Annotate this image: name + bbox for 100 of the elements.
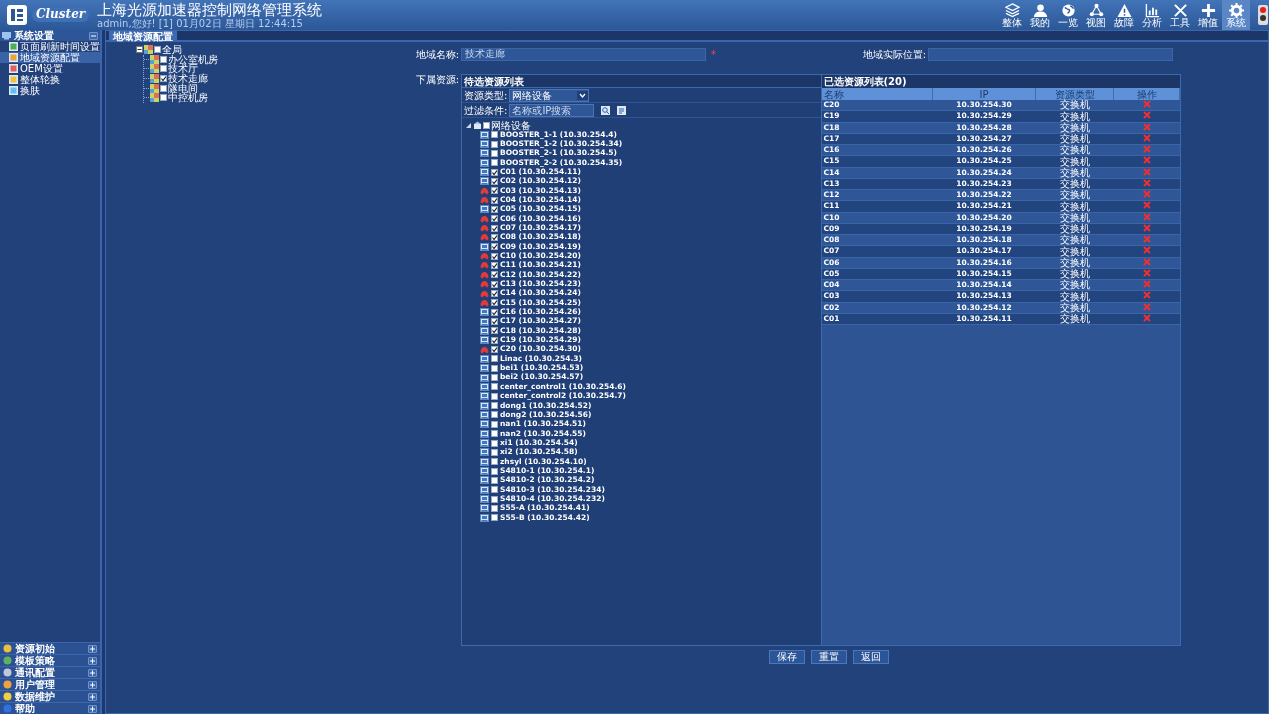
- checkbox[interactable]: [160, 84, 167, 92]
- checkbox[interactable]: [491, 346, 498, 354]
- toolbar-button[interactable]: 我的: [1026, 0, 1054, 30]
- checkbox[interactable]: [491, 448, 498, 456]
- checkbox[interactable]: [491, 411, 498, 419]
- input-field[interactable]: 技术走廊: [461, 47, 706, 61]
- toolbar-button[interactable]: 视图: [1082, 0, 1110, 30]
- sidebar-item[interactable]: OEM设置: [0, 63, 100, 74]
- expand-button[interactable]: [88, 668, 97, 677]
- checkbox[interactable]: [491, 504, 498, 512]
- toolbar-button[interactable]: 故障: [1110, 0, 1138, 30]
- checkbox[interactable]: [491, 476, 498, 484]
- checkbox[interactable]: [491, 336, 498, 344]
- checkbox[interactable]: [491, 131, 498, 139]
- checkbox[interactable]: [491, 243, 498, 251]
- checkbox[interactable]: [491, 271, 498, 279]
- checkbox[interactable]: [491, 439, 498, 447]
- sidebar-item[interactable]: 整体轮换: [0, 74, 100, 85]
- checkbox[interactable]: [491, 364, 498, 372]
- collapse-button[interactable]: [89, 31, 98, 40]
- checkbox[interactable]: [491, 458, 498, 466]
- checkbox[interactable]: [491, 327, 498, 335]
- checkbox[interactable]: [491, 280, 498, 288]
- toolbar-button[interactable]: 一览: [1054, 0, 1082, 30]
- logo-icon: [6, 4, 28, 26]
- checkbox[interactable]: [491, 486, 498, 494]
- collapse-icon[interactable]: [136, 46, 143, 54]
- checkbox[interactable]: [491, 168, 498, 176]
- checkbox[interactable]: [491, 318, 498, 326]
- input-field[interactable]: [928, 47, 1173, 61]
- map-icon: [150, 83, 159, 93]
- layers-icon: [1004, 2, 1020, 18]
- checkbox[interactable]: [491, 430, 498, 438]
- tree-item[interactable]: 技术厅: [168, 63, 198, 75]
- user-info: admin,您好! [1] 01月02日 星期日 12:44:15: [97, 17, 304, 29]
- expand-button[interactable]: [88, 704, 97, 713]
- sidebar-item[interactable]: 页面刷新时间设置: [0, 41, 100, 52]
- checkbox[interactable]: [491, 140, 498, 148]
- checkbox[interactable]: [483, 121, 490, 129]
- checkbox[interactable]: [491, 495, 498, 503]
- checkbox[interactable]: [154, 46, 161, 54]
- checkbox[interactable]: [491, 215, 498, 223]
- form-button[interactable]: 重置: [811, 650, 847, 664]
- tree-item[interactable]: 全局: [162, 44, 182, 56]
- collapse-icon[interactable]: [465, 121, 472, 129]
- checkbox[interactable]: [491, 187, 498, 195]
- panel-title: 已选资源列表(20): [821, 75, 1180, 88]
- checkbox[interactable]: [491, 159, 498, 167]
- checkbox[interactable]: [491, 383, 498, 391]
- checkbox[interactable]: [491, 205, 498, 213]
- tree-item[interactable]: 网络设备: [491, 119, 531, 131]
- plus-icon: [89, 705, 96, 712]
- toolbar-button[interactable]: 增值: [1194, 0, 1222, 30]
- expand-button[interactable]: [88, 656, 97, 665]
- checkbox[interactable]: [160, 94, 167, 102]
- toolbar-button[interactable]: 工具: [1166, 0, 1194, 30]
- checkbox[interactable]: [160, 55, 167, 63]
- checkbox[interactable]: [160, 75, 167, 83]
- tab[interactable]: 地域资源配置: [109, 31, 177, 40]
- checkbox[interactable]: [491, 224, 498, 232]
- checkbox[interactable]: [491, 467, 498, 475]
- checkbox[interactable]: [160, 65, 167, 73]
- checkbox[interactable]: [491, 177, 498, 185]
- search-field[interactable]: 名称或IP搜索: [509, 103, 595, 117]
- checkbox[interactable]: [491, 402, 498, 410]
- checkbox[interactable]: [491, 374, 498, 382]
- accordion-title[interactable]: 帮助: [15, 703, 35, 714]
- checkbox[interactable]: [491, 196, 498, 204]
- checkbox[interactable]: [491, 392, 498, 400]
- checkbox[interactable]: [491, 252, 498, 260]
- checkbox[interactable]: [491, 262, 498, 269]
- type-select[interactable]: 网络设备: [509, 88, 590, 102]
- expand-button[interactable]: [88, 680, 97, 689]
- table-cell: 交换机: [1035, 100, 1114, 111]
- checkbox[interactable]: [491, 514, 498, 522]
- table-cell: 交换机: [1035, 313, 1114, 325]
- tree-item[interactable]: 中控机房: [168, 92, 208, 104]
- checkbox[interactable]: [491, 149, 498, 157]
- table-cell: 交换机: [1035, 234, 1114, 246]
- form-button[interactable]: 保存: [769, 650, 805, 664]
- checkbox[interactable]: [491, 290, 498, 297]
- checkbox[interactable]: [491, 233, 498, 241]
- globe-icon: [1060, 2, 1076, 18]
- column-header: 名称: [821, 88, 933, 100]
- sidebar-item[interactable]: 地域资源配置: [0, 52, 100, 63]
- sidebar-item[interactable]: 换肤: [0, 85, 100, 96]
- clear-button[interactable]: [617, 105, 627, 115]
- toolbar-button[interactable]: 整体: [998, 0, 1026, 30]
- checkbox[interactable]: [491, 355, 498, 363]
- checkbox[interactable]: [491, 420, 498, 428]
- expand-button[interactable]: [88, 692, 97, 701]
- expand-button[interactable]: [88, 644, 97, 653]
- toolbar-button[interactable]: 系统: [1222, 0, 1250, 30]
- toolbar-button[interactable]: 分析: [1138, 0, 1166, 30]
- checkbox[interactable]: [491, 308, 498, 316]
- form-button[interactable]: 返回: [853, 650, 889, 664]
- tree-item[interactable]: 办公室机房: [168, 53, 218, 65]
- checkbox[interactable]: [491, 299, 498, 307]
- search-button[interactable]: [601, 105, 611, 115]
- tree-item[interactable]: 技术走廊: [168, 73, 208, 85]
